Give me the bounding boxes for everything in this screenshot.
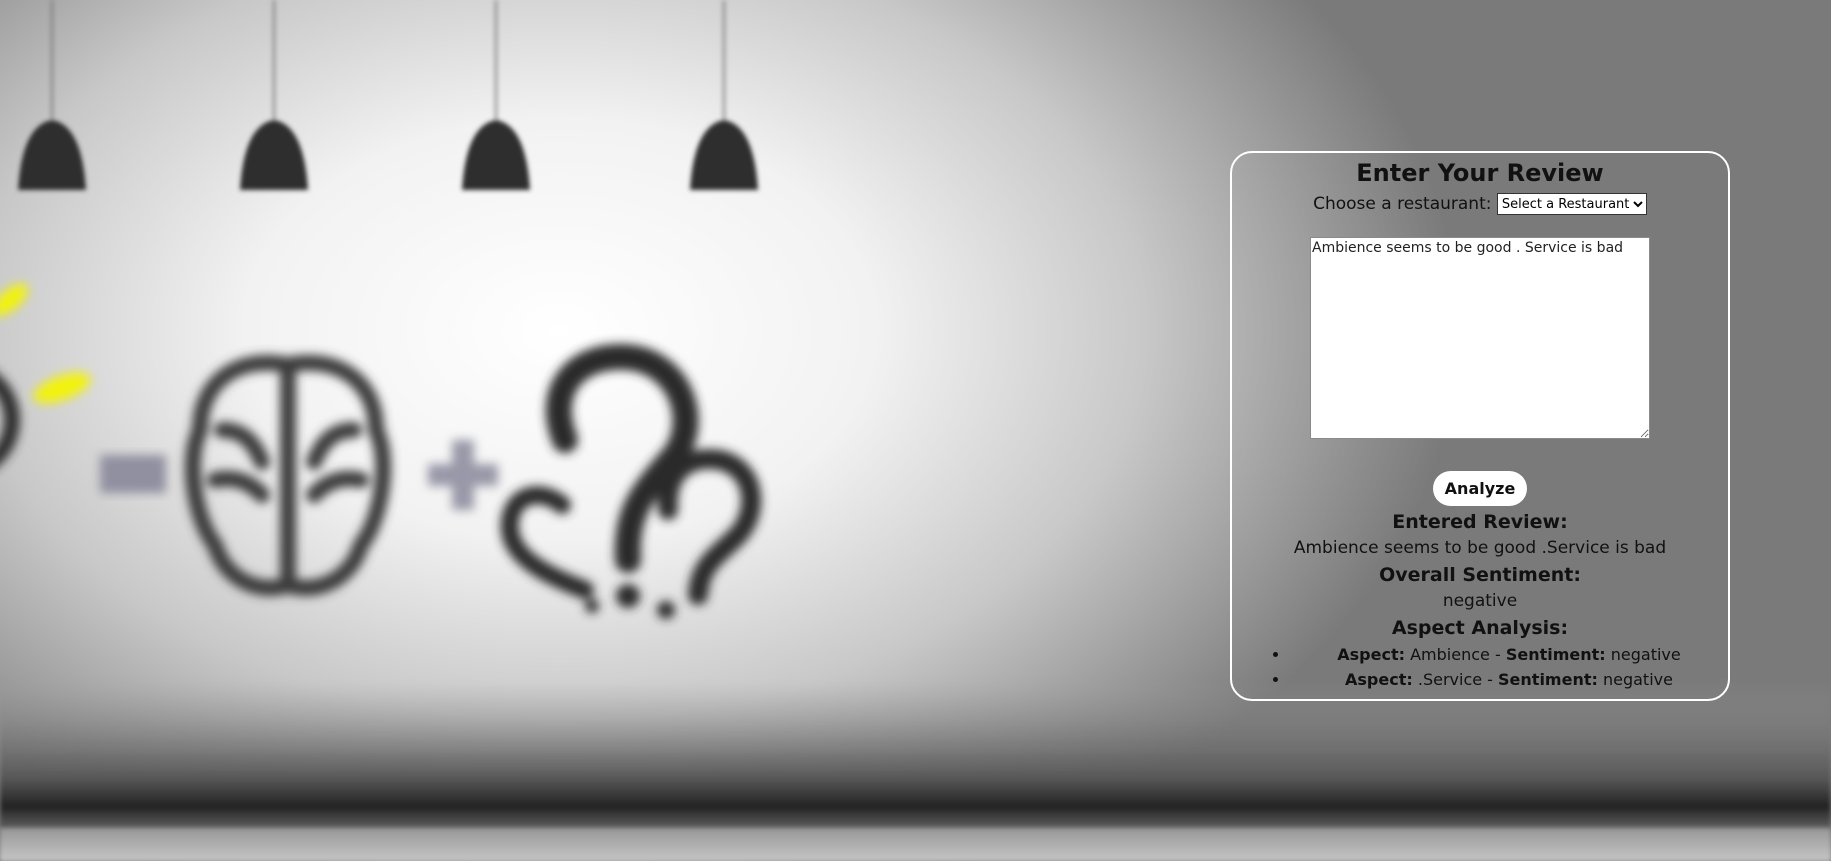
aspect-label: Aspect:	[1337, 645, 1405, 664]
aspect-name: .Service	[1417, 670, 1483, 689]
sentiment-label: Sentiment:	[1505, 645, 1606, 664]
aspect-list: Aspect: Ambience - Sentiment: negative A…	[1232, 642, 1728, 692]
sentiment-label: Sentiment:	[1498, 670, 1598, 689]
pendant-lamp-icon	[240, 0, 308, 190]
review-textarea[interactable]: Ambience seems to be good . Service is b…	[1310, 237, 1650, 439]
overall-sentiment-heading: Overall Sentiment:	[1379, 564, 1581, 586]
overall-sentiment-value: negative	[1442, 591, 1518, 611]
question-marks-icon	[500, 343, 762, 619]
aspect-sentiment: negative	[1602, 670, 1673, 689]
review-form-panel: Enter Your Review Choose a restaurant: S…	[1230, 151, 1730, 701]
pendant-lamp-icon	[18, 0, 86, 190]
aspect-sentiment: negative	[1610, 645, 1681, 664]
aspect-label: Aspect:	[1345, 670, 1413, 689]
aspect-name: Ambience	[1410, 645, 1490, 664]
aspect-analysis-heading: Aspect Analysis:	[1391, 617, 1569, 639]
brain-icon	[184, 354, 392, 596]
entered-review-text: Ambience seems to be good .Service is ba…	[1293, 538, 1667, 558]
aspect-item: Aspect: .Service - Sentiment: negative	[1290, 667, 1728, 692]
aspect-item: Aspect: Ambience - Sentiment: negative	[1290, 642, 1728, 667]
analyze-button[interactable]: Analyze	[1432, 471, 1528, 506]
page-title: Enter Your Review	[1356, 159, 1604, 187]
restaurant-select[interactable]: Select a Restaurant	[1496, 193, 1647, 215]
minus-icon	[100, 455, 166, 493]
restaurant-label: Choose a restaurant:	[1313, 194, 1492, 214]
restaurant-row: Choose a restaurant: Select a Restaurant	[1232, 193, 1728, 215]
pendant-lamp-icon	[462, 0, 530, 190]
lightbulb-icon	[0, 283, 91, 465]
plus-icon	[428, 440, 498, 510]
pendant-lamp-icon	[690, 0, 758, 190]
entered-review-heading: Entered Review:	[1392, 511, 1568, 533]
